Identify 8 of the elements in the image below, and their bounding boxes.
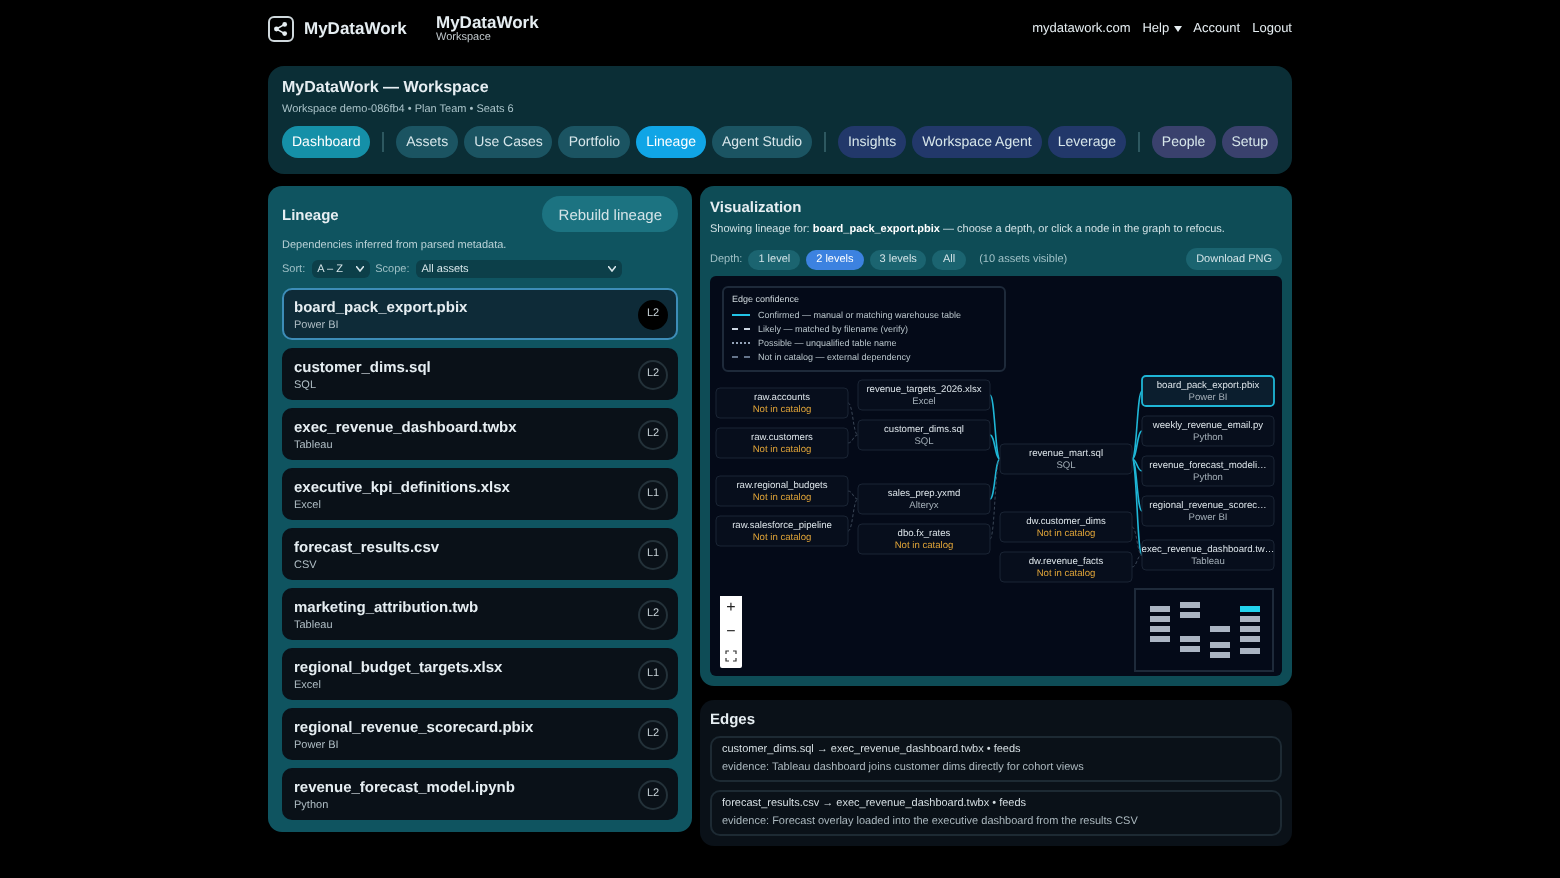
workspace-title: MyDataWork xyxy=(436,12,539,32)
share-nodes-icon xyxy=(268,15,294,41)
minimap-drawing[interactable] xyxy=(1134,588,1274,672)
page-title: MyDataWork — Workspace xyxy=(282,78,491,96)
chevron-down-icon xyxy=(607,266,616,272)
fit-view-icon[interactable] xyxy=(720,644,742,668)
chevron-down-icon xyxy=(355,266,364,272)
brand-name: MyDataWork xyxy=(304,18,407,38)
